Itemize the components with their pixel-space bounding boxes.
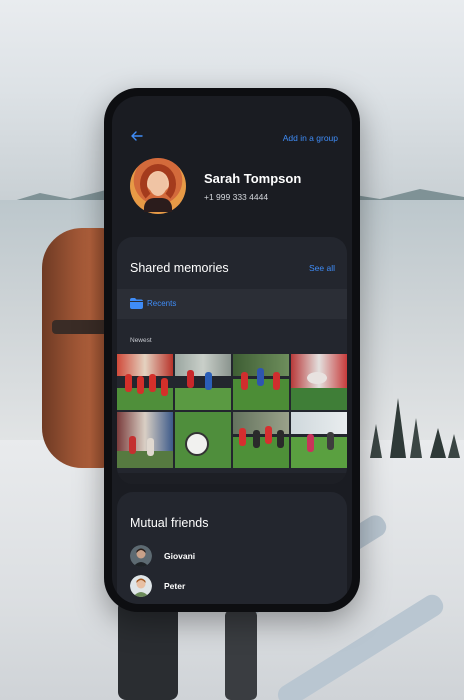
mutual-friends-card: Mutual friends Giovani Peter [117,492,347,604]
add-in-group-link[interactable]: Add in a group [283,133,338,143]
profile-avatar [130,158,186,214]
back-arrow-icon[interactable] [130,129,144,143]
friend-avatar [130,545,152,567]
friend-row[interactable]: Giovani [130,545,347,567]
friend-avatar [130,575,152,597]
contact-name: Sarah Tompson [204,171,302,186]
friend-name: Giovani [164,551,196,561]
photo-grid [117,354,347,471]
skier-leg [118,600,178,700]
shared-memories-title: Shared memories [130,261,229,275]
photo-thumbnail[interactable] [233,354,289,410]
top-bar: Add in a group [112,96,352,144]
contact-screen: Add in a group Sarah Tompson +1 999 333 … [112,96,352,604]
friend-name: Peter [164,581,186,591]
photo-thumbnail[interactable] [175,354,231,410]
photo-thumbnail[interactable] [233,412,289,468]
photo-thumbnail[interactable] [291,354,347,410]
photo-thumbnail[interactable] [175,412,231,468]
photo-thumbnail[interactable] [117,354,173,410]
photo-thumbnail[interactable] [117,412,173,468]
see-all-link[interactable]: See all [309,263,335,273]
backpack-strap [52,320,112,334]
mutual-friends-title: Mutual friends [130,516,209,530]
contact-phone: +1 999 333 4444 [204,192,269,202]
pine-trees [370,398,460,458]
card-footer [117,473,347,484]
photo-thumbnail[interactable] [291,412,347,468]
friend-row[interactable]: Peter [130,575,347,597]
folder-icon [130,298,143,309]
recents-label: Recents [147,299,177,308]
shared-memories-card: Shared memories See all Recents Newest [117,237,347,484]
recents-folder-row[interactable]: Recents [117,289,347,319]
newest-label: Newest [130,337,152,344]
phone-frame: Add in a group Sarah Tompson +1 999 333 … [104,88,360,612]
ski-pole [225,610,257,700]
